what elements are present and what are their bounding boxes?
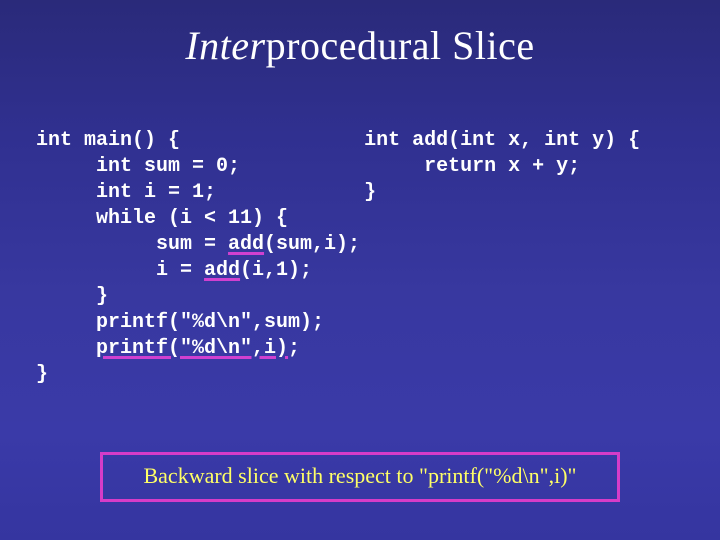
code-line [36,337,96,360]
code-add: int add(int x, int y) { return x + y; } [364,128,640,388]
underlined-call: add [228,233,264,256]
caption-text: Backward slice with respect to "printf("… [143,463,576,488]
code-line: int sum = 0; [36,155,240,178]
code-line: while (i < 11) { [36,207,288,230]
code-line: sum = [36,233,228,256]
code-line-tail: (i,1); [240,259,312,282]
code-area: int main() { int sum = 0; int i = 1; whi… [36,128,640,388]
code-line: } [364,181,376,204]
code-line: i = [36,259,204,282]
title-prefix: Inter [185,23,265,68]
code-line: int main() { [36,129,180,152]
code-line: } [36,285,108,308]
underlined-call: add [204,259,240,282]
code-line: printf("%d\n",sum); [36,311,324,334]
underlined-statement: printf("%d\n",i) [96,337,288,360]
caption-box: Backward slice with respect to "printf("… [100,452,620,502]
code-line: } [36,363,48,386]
code-main: int main() { int sum = 0; int i = 1; whi… [36,128,360,388]
caption-rest: with respect to "printf("%d\n",i)" [278,463,576,488]
code-line-tail: (sum,i); [264,233,360,256]
slide-title: Interprocedural Slice [0,0,720,69]
caption-prefix: Backward slice [143,463,278,488]
code-line: int i = 1; [36,181,216,204]
code-line-tail: ; [288,337,300,360]
code-line: int add(int x, int y) { [364,129,640,152]
code-line: return x + y; [364,155,580,178]
title-rest: procedural Slice [266,23,535,68]
